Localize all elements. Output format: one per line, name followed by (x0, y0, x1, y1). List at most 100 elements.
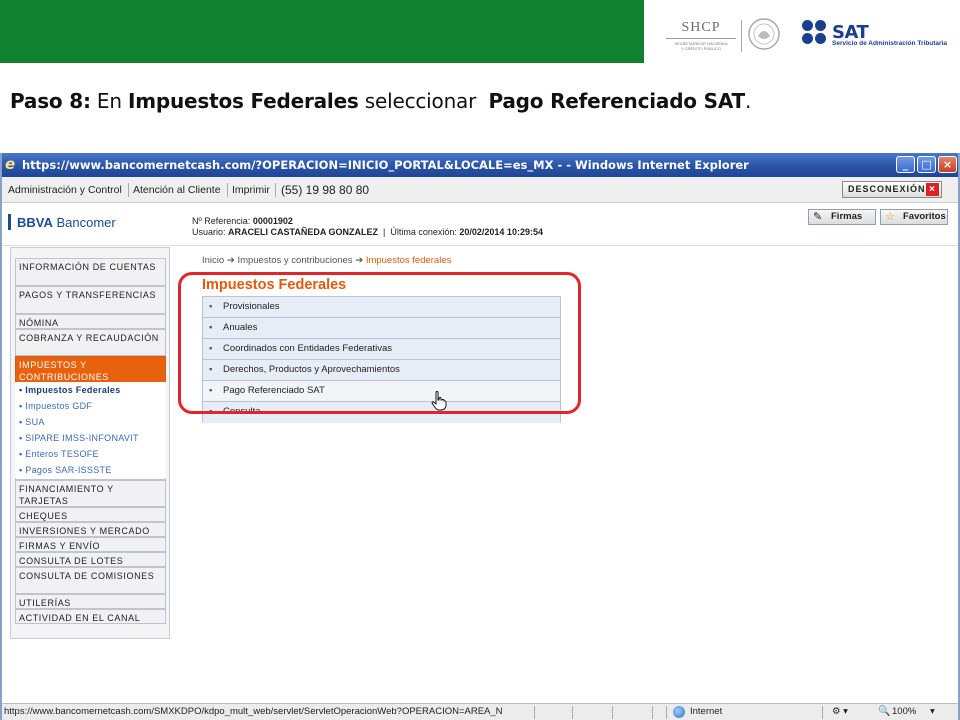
logout-button[interactable]: DESCONEXIÓN × (842, 181, 942, 198)
sat-logo: SAT Servicio de Administración Tributari… (802, 20, 952, 50)
page-title: Impuestos Federales (202, 277, 347, 293)
sidebar-section-comisiones[interactable]: CONSULTA DE COMISIONES (15, 567, 166, 594)
hand-cursor-icon (431, 391, 447, 411)
sidebar-item-sua[interactable]: ▪ SUA (15, 414, 166, 430)
breadcrumb-home[interactable]: Inicio (202, 255, 224, 266)
menu-item-coordinados[interactable]: ▪ Coordinados con Entidades Federativas (203, 339, 560, 360)
globe-icon (673, 706, 685, 718)
sidebar-section-info-cuentas[interactable]: INFORMACIÓN DE CUENTAS (15, 258, 166, 286)
subitem-label: Impuestos GDF (25, 401, 93, 411)
sidebar: INFORMACIÓN DE CUENTAS PAGOS Y TRANSFERE… (10, 247, 170, 639)
sidebar-section-lotes[interactable]: CONSULTA DE LOTES (15, 552, 166, 567)
sidebar-section-actividad[interactable]: ACTIVIDAD EN EL CANAL (15, 609, 166, 624)
protected-mode-icon[interactable]: ⚙ ▾ (832, 704, 848, 720)
edit-icon: ✎ (813, 211, 823, 223)
sat-subtitle: Servicio de Administración Tributaria (832, 40, 947, 47)
status-bar: https://www.bancomernetcash.com/SMXKDPO/… (2, 703, 958, 720)
heading-bold-2: Pago Referenciado SAT (488, 89, 745, 113)
bbva-bold: BBVA (17, 215, 53, 230)
green-banner (0, 0, 644, 63)
sidebar-section-financiamiento[interactable]: FINANCIAMIENTO Y TARJETAS (15, 480, 166, 507)
sidebar-item-sipare[interactable]: ▪ SIPARE IMSS-INFONAVIT (15, 430, 166, 446)
close-button[interactable]: × (938, 156, 957, 173)
firmas-button[interactable]: ✎ Firmas (808, 209, 876, 225)
status-url: https://www.bancomernetcash.com/SMXKDPO/… (4, 706, 503, 717)
menu-item-consulta[interactable]: ▪ Consulta (203, 402, 560, 423)
account-header: BBVA Bancomer Nº Referencia: 00001902 Us… (2, 204, 958, 246)
menu-item-label: Derechos, Productos y Aprovechamientos (223, 364, 400, 375)
favoritos-button[interactable]: ☆ Favoritos (880, 209, 948, 225)
connection-label: | Última conexión: (378, 227, 460, 237)
zoom-dropdown-icon[interactable]: ▾ (930, 704, 935, 720)
admin-link[interactable]: Administración y Control (8, 184, 122, 196)
slide-heading: Paso 8: En Impuestos Federales seleccion… (10, 89, 751, 113)
sidebar-section-firmas[interactable]: FIRMAS Y ENVÍO (15, 537, 166, 552)
user-value: ARACELI CASTAÑEDA GONZALEZ (228, 227, 379, 237)
subitem-label: Impuestos Federales (25, 385, 121, 395)
menu-item-provisionales[interactable]: ▪ Provisionales (203, 297, 560, 318)
logo-divider (741, 20, 742, 52)
sidebar-section-cobranza[interactable]: COBRANZA Y RECAUDACIÓN (15, 329, 166, 356)
sidebar-item-impuestos-federales[interactable]: ▪ Impuestos Federales (15, 382, 166, 398)
sidebar-item-impuestos-gdf[interactable]: ▪ Impuestos GDF (15, 398, 166, 414)
user-line: Usuario: ARACELI CASTAÑEDA GONZALEZ | Úl… (192, 227, 543, 237)
ref-value: 00001902 (252, 216, 293, 226)
window-titlebar: e https://www.bancomernetcash.com/?OPERA… (2, 153, 958, 177)
star-icon: ☆ (885, 211, 895, 223)
logout-x-icon: × (926, 183, 939, 196)
shcp-sub2: Y CRÉDITO PÚBLICO (680, 46, 722, 51)
sidebar-section-inversiones[interactable]: INVERSIONES Y MERCADO (15, 522, 166, 537)
connection-value: 20/02/2014 10:29:54 (459, 227, 543, 237)
sidebar-section-nomina[interactable]: NÓMINA (15, 314, 166, 329)
subitem-label: Enteros TESOFE (25, 449, 99, 459)
menu-item-label: Provisionales (223, 301, 280, 312)
bbva-rest: Bancomer (52, 215, 116, 230)
sidebar-item-tesofe[interactable]: ▪ Enteros TESOFE (15, 446, 166, 462)
attention-link[interactable]: Atención al Cliente (133, 184, 221, 196)
sidebar-section-impuestos[interactable]: IMPUESTOS Y CONTRIBUCIONES (15, 356, 166, 383)
browser-window: e https://www.bancomernetcash.com/?OPERA… (0, 153, 960, 720)
ie-icon: e (5, 155, 16, 173)
sidebar-item-sar-issste[interactable]: ▪ Pagos SAR-ISSSTE (15, 462, 166, 478)
bbva-logo: BBVA Bancomer (8, 214, 116, 234)
ref-label: Nº Referencia: (192, 216, 253, 226)
heading-text-3: . (745, 89, 752, 113)
sidebar-section-utilerias[interactable]: UTILERÍAS (15, 594, 166, 609)
breadcrumb-current: Impuestos federales (365, 255, 452, 266)
sidebar-section-cheques[interactable]: CHEQUES (15, 507, 166, 522)
top-toolbar: Administración y Control Atención al Cli… (2, 177, 958, 203)
favoritos-label: Favoritos (903, 211, 946, 222)
sidebar-section-pagos[interactable]: PAGOS Y TRANSFERENCIAS (15, 286, 166, 314)
slide: SHCP SECRETARÍA DE HACIENDA Y CRÉDITO PÚ… (0, 0, 960, 720)
shcp-logo: SHCP SECRETARÍA DE HACIENDA Y CRÉDITO PÚ… (666, 20, 736, 51)
reference-line: Nº Referencia: 00001902 (192, 216, 293, 226)
heading-text-2: seleccionar (358, 89, 489, 113)
security-zone: Internet (690, 706, 723, 717)
menu-item-label: Coordinados con Entidades Federativas (223, 343, 392, 354)
shcp-name: SHCP (681, 20, 721, 35)
heading-bold-1: Impuestos Federales (127, 89, 359, 113)
firmas-label: Firmas (831, 211, 863, 222)
logout-label: DESCONEXIÓN (848, 184, 926, 194)
subitem-label: SUA (25, 417, 45, 427)
sat-dots-icon (802, 20, 828, 46)
menu-item-label: Consulta (223, 406, 261, 417)
subitem-label: Pagos SAR-ISSSTE (25, 465, 112, 475)
menu-item-label: Pago Referenciado SAT (223, 385, 325, 396)
zoom-level[interactable]: 100% (892, 704, 916, 720)
phone-number: (55) 19 98 80 80 (281, 183, 370, 197)
minimize-button[interactable]: _ (896, 156, 915, 173)
menu-item-anuales[interactable]: ▪ Anuales (203, 318, 560, 339)
menu-item-derechos[interactable]: ▪ Derechos, Productos y Aprovechamientos (203, 360, 560, 381)
heading-step: Paso 8: (10, 89, 91, 113)
print-link[interactable]: Imprimir (232, 184, 270, 196)
zoom-icon: 🔍 (878, 706, 891, 717)
maximize-button[interactable]: □ (917, 156, 936, 173)
menu-item-pago-referenciado[interactable]: ▪ Pago Referenciado SAT (203, 381, 560, 402)
breadcrumb: Inicio ➔ Impuestos y contribuciones ➔ Im… (202, 255, 452, 266)
breadcrumb-impuestos[interactable]: Impuestos y contribuciones (237, 255, 352, 266)
federal-taxes-menu: ▪ Provisionales ▪ Anuales ▪ Coordinados con… (202, 296, 561, 423)
mexico-seal-icon (748, 18, 780, 50)
logos-area: SHCP SECRETARÍA DE HACIENDA Y CRÉDITO PÚ… (644, 0, 960, 63)
user-label: Usuario: (192, 227, 229, 237)
